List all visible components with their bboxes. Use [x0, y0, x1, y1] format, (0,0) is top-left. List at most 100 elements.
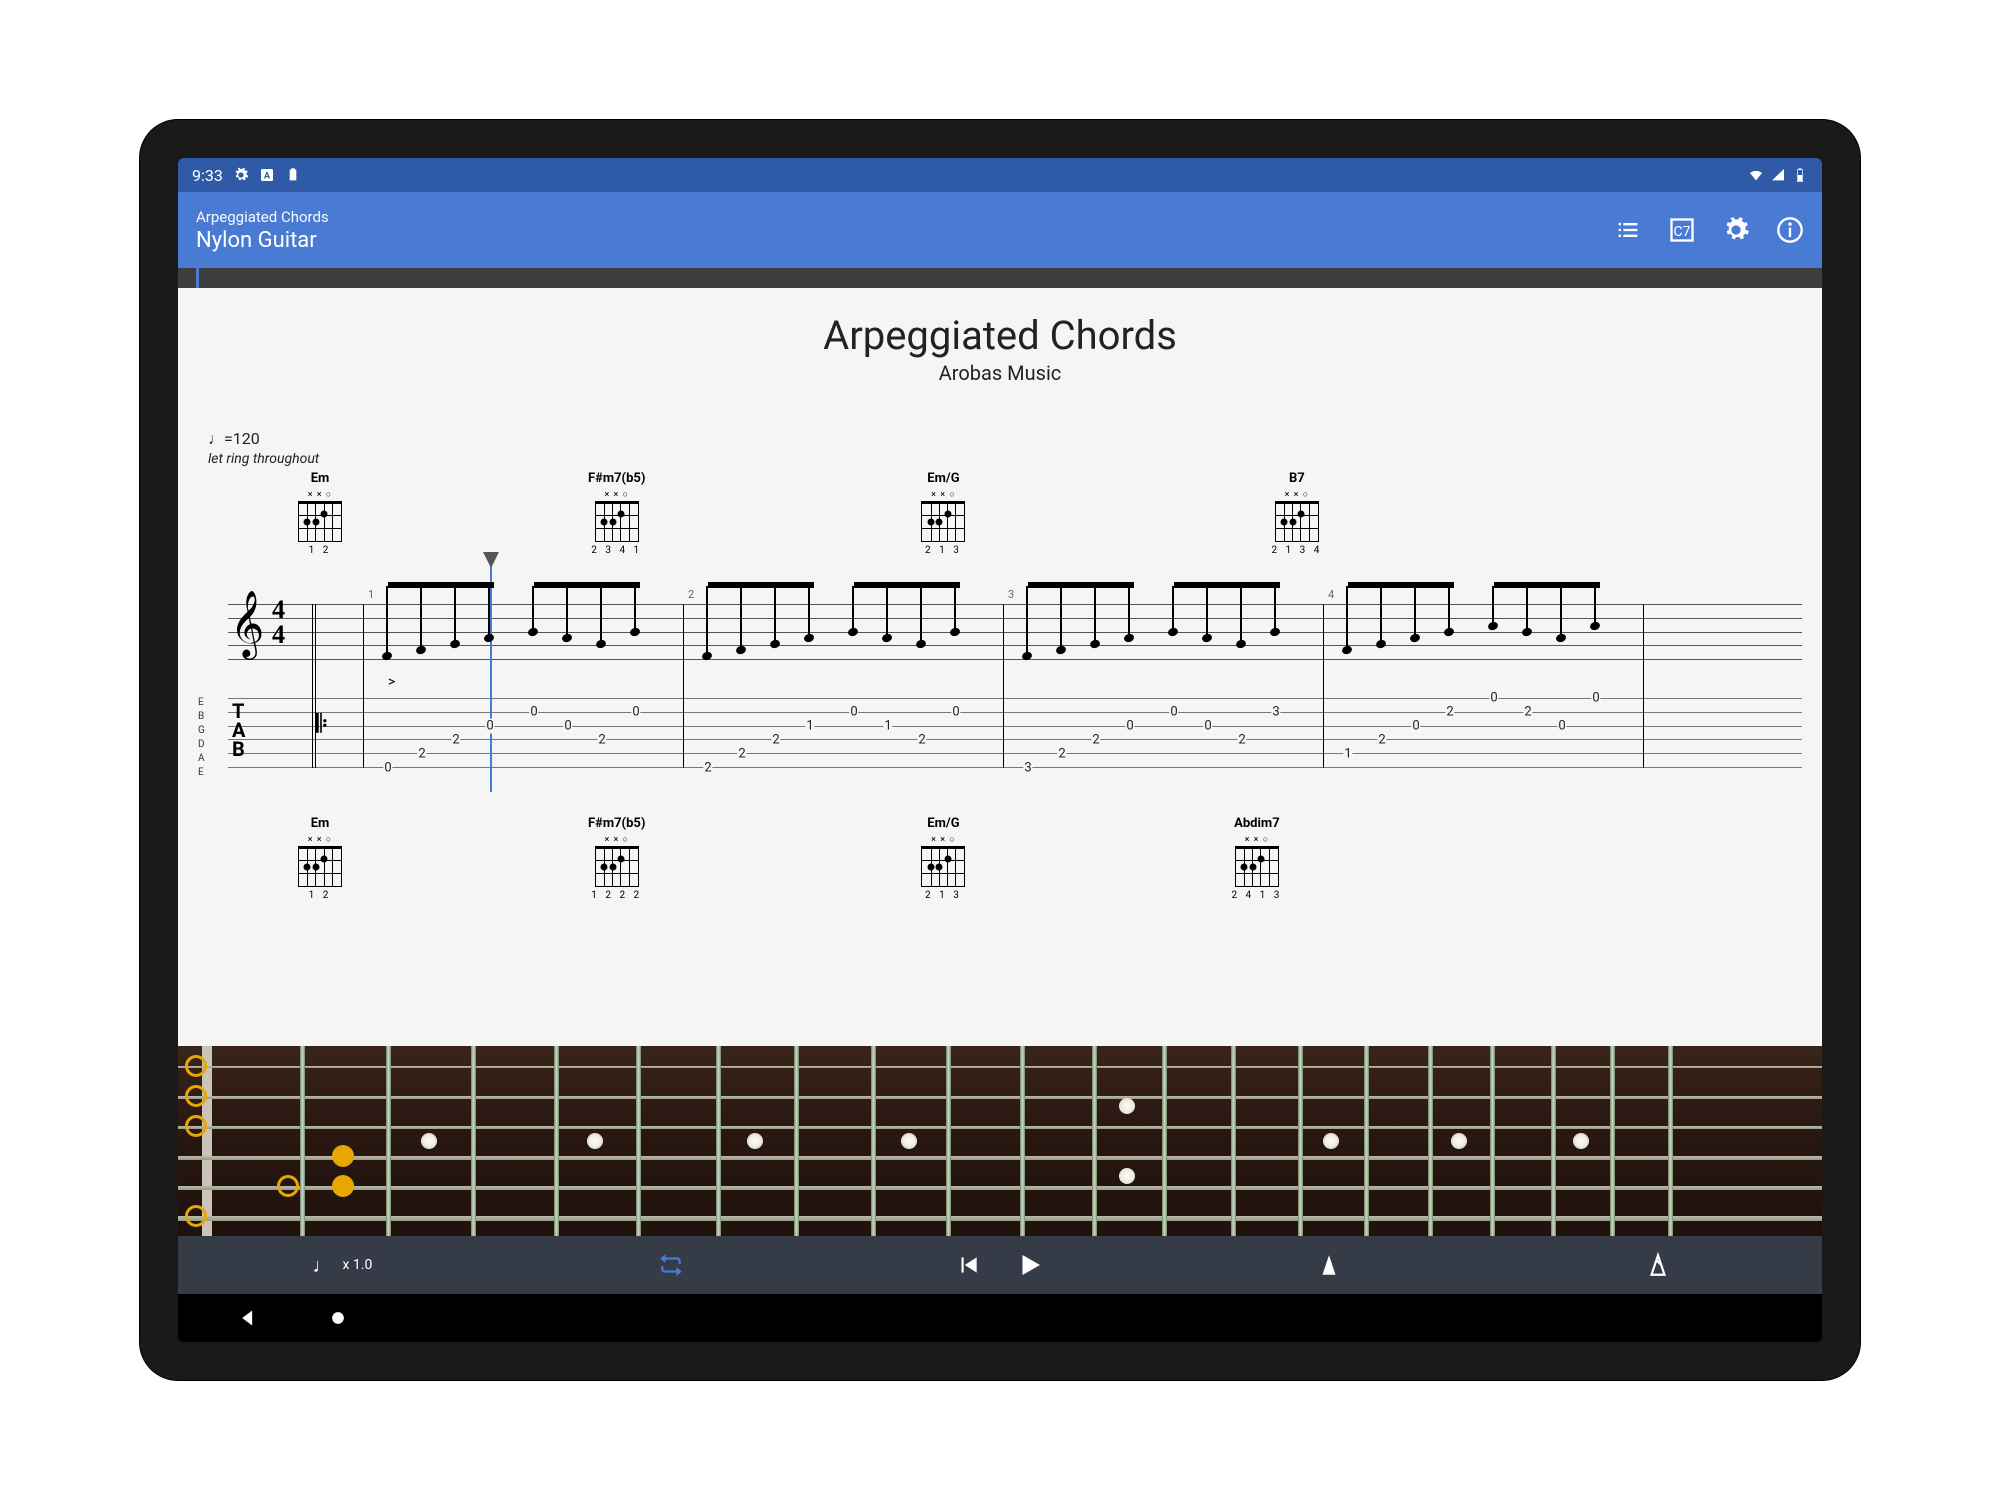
tab-fret-number: 2 — [1057, 747, 1066, 762]
tab-fret-number: 3 — [1271, 705, 1280, 720]
note-icon: ♩ — [312, 1253, 332, 1278]
chord-open-mute-row: × × ○ — [604, 834, 629, 845]
note-beam-group — [1342, 582, 1460, 668]
rewind-icon[interactable] — [955, 1252, 981, 1278]
countdown-icon[interactable] — [1645, 1252, 1671, 1278]
chord-grid — [595, 502, 639, 542]
tab-fret-number: 0 — [1591, 691, 1600, 706]
score-artist: Arobas Music — [939, 361, 1062, 385]
android-status-bar: 9:33 A — [178, 158, 1822, 192]
chord-open-mute-row: × × ○ — [604, 489, 629, 500]
repeat-start-barline — [312, 604, 313, 768]
fret-wire — [300, 1046, 305, 1236]
chord-name: Em — [311, 471, 330, 486]
fret-wire — [554, 1046, 559, 1236]
chord-grid — [595, 847, 639, 887]
chord-open-mute-row: × × ○ — [308, 834, 333, 845]
chord-diagram: Em × × ○ 1 2 — [298, 816, 342, 901]
tablet-screen: 9:33 A Arpeggiated Chords Nylon Guitar C… — [178, 158, 1822, 1342]
chord-grid — [1235, 847, 1279, 887]
open-string-marker — [185, 1085, 207, 1107]
tab-fret-number: 2 — [1091, 733, 1100, 748]
tab-fret-number: 0 — [1411, 719, 1420, 734]
chord-diagram: F#m7(b5) × × ○ 1 2 2 2 — [588, 816, 645, 901]
performance-direction: let ring throughout — [208, 451, 319, 467]
fretboard-string — [178, 1066, 1822, 1068]
fret-wire — [871, 1046, 876, 1236]
settings-icon[interactable] — [1722, 216, 1750, 244]
tab-fret-number: 0 — [631, 705, 640, 720]
barline — [1323, 604, 1324, 768]
tab-fret-number: 1 — [1343, 747, 1352, 762]
progress-marker — [196, 268, 199, 288]
fretboard-inlay — [1323, 1133, 1339, 1149]
fret-wire — [1231, 1046, 1236, 1236]
chord-name: Em/G — [927, 816, 959, 831]
fretboard-inlay — [1119, 1168, 1135, 1184]
home-icon[interactable] — [328, 1308, 348, 1328]
open-string-marker — [185, 1205, 207, 1227]
chord-fingers: 1 2 — [309, 545, 332, 556]
tab-fret-number: 1 — [805, 719, 814, 734]
tracks-list-icon[interactable] — [1614, 216, 1642, 244]
gear-icon — [233, 167, 249, 183]
info-icon[interactable] — [1776, 216, 1804, 244]
language-icon: A — [259, 167, 275, 183]
fretboard-view[interactable] — [178, 1046, 1822, 1236]
chord-name: Em — [311, 816, 330, 831]
chord-diagram: Em/G × × ○ 2 1 3 — [921, 816, 965, 901]
finger-marker — [332, 1145, 354, 1167]
chord-diagram: F#m7(b5) × × ○ 2 3 4 1 — [588, 471, 645, 556]
song-progress-bar[interactable] — [178, 268, 1822, 288]
chord-open-mute-row: × × ○ — [931, 834, 956, 845]
tab-fret-number: 2 — [1445, 705, 1454, 720]
open-string-marker — [185, 1055, 207, 1077]
current-note-ring — [277, 1175, 299, 1197]
chord-fingers: 2 4 1 3 — [1231, 890, 1282, 901]
note-beam-group — [702, 582, 820, 668]
tab-fret-number: 2 — [917, 733, 926, 748]
note-beam-group — [1488, 582, 1606, 668]
app-bar: Arpeggiated Chords Nylon Guitar C7 — [178, 192, 1822, 268]
score-title: Arpeggiated Chords — [823, 312, 1177, 359]
score-view[interactable]: Arpeggiated Chords Arobas Music ♩=120 le… — [178, 288, 1822, 1046]
chord-open-mute-row: × × ○ — [931, 489, 956, 500]
tab-fret-number: 0 — [1169, 705, 1178, 720]
fretboard-inlay — [901, 1133, 917, 1149]
tab-fret-number: 2 — [703, 761, 712, 776]
fret-wire — [946, 1046, 951, 1236]
back-icon[interactable] — [238, 1308, 258, 1328]
tab-fret-number: 0 — [1203, 719, 1212, 734]
chord-grid — [921, 847, 965, 887]
chord-diagram: Em/G × × ○ 2 1 3 — [921, 471, 965, 556]
note-beam-group — [382, 582, 500, 668]
loop-icon[interactable] — [658, 1252, 684, 1278]
tab-fret-number: 2 — [597, 733, 606, 748]
tab-fret-number: 2 — [451, 733, 460, 748]
fretboard-string — [178, 1096, 1822, 1099]
string-labels: E B G D A E — [198, 696, 205, 780]
fretboard-inlay — [747, 1133, 763, 1149]
fret-wire — [794, 1046, 799, 1236]
battery-icon — [1792, 167, 1808, 183]
metronome-icon[interactable] — [1316, 1252, 1342, 1278]
clock: 9:33 — [192, 166, 223, 185]
barline — [1643, 604, 1644, 768]
tab-fret-number: 0 — [1489, 691, 1498, 706]
fretboard-inlay — [1451, 1133, 1467, 1149]
tab-fret-number: 2 — [417, 747, 426, 762]
notation-system[interactable]: E B G D A E 𝄞 4 4 T A B 𝄆 > 102200020222… — [188, 574, 1812, 784]
track-name: Nylon Guitar — [196, 228, 329, 253]
tempo-text: ♩=120 — [208, 429, 319, 449]
chord-fingers: 2 3 4 1 — [591, 545, 642, 556]
chord-icon[interactable]: C7 — [1668, 216, 1696, 244]
tab-fret-number: 0 — [1557, 719, 1566, 734]
chord-diagram: Em × × ○ 1 2 — [298, 471, 342, 556]
playback-speed[interactable]: x 1.0 — [342, 1257, 372, 1273]
barline — [683, 604, 684, 768]
tab-fret-number: 1 — [883, 719, 892, 734]
fret-wire — [471, 1046, 476, 1236]
play-icon[interactable] — [1015, 1250, 1045, 1280]
chord-fingers: 2 1 3 — [925, 545, 962, 556]
fretboard-string — [178, 1126, 1822, 1129]
